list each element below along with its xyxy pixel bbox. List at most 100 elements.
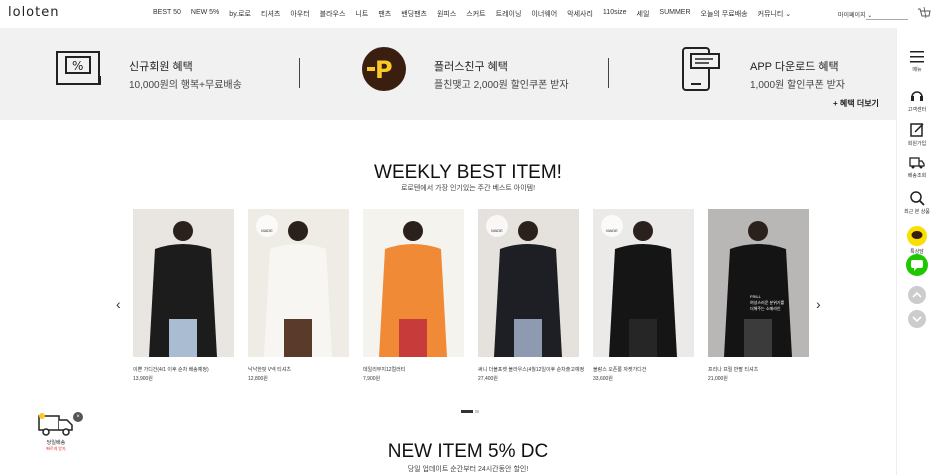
product-name[interactable]: 프리나 프릴 반팔 티셔츠: [708, 366, 814, 373]
product-name[interactable]: 블랑스 오픈롱 자켓가디건: [593, 366, 699, 373]
edit-icon: [910, 123, 924, 137]
product-price: 7,900원: [363, 376, 381, 382]
quick-cs-button[interactable]: 고객센터: [897, 88, 936, 113]
made-badge: MADE: [256, 215, 278, 237]
nav-item[interactable]: 커뮤니티 ⌄: [758, 9, 792, 19]
product-price: 27,400원: [478, 376, 498, 382]
product-card[interactable]: MADE 블랑스 오픈롱 자켓가디건 33,600원: [593, 209, 694, 382]
quick-label: 메뉴: [912, 67, 922, 73]
product-name[interactable]: 데일리무지12컬러티: [363, 366, 469, 373]
new-item-subtitle: 당일 업데이트 순간부터 24시간동안 할인!: [407, 466, 529, 473]
nav-item[interactable]: 팬츠: [378, 9, 391, 19]
same-day-delivery-badge[interactable]: 당일배송 빠르게 받자: [36, 412, 76, 456]
badge-sublabel: 빠르게 받자: [46, 446, 66, 451]
nav-item[interactable]: BEST 50: [153, 9, 181, 19]
divider: [608, 58, 609, 88]
cart-icon[interactable]: [917, 6, 931, 20]
weekly-best-subtitle: 로로텐에서 가장 인기있는 주간 베스트 아이템!: [400, 185, 536, 192]
new-item-title: NEW ITEM 5% DC: [387, 441, 549, 462]
nav-item[interactable]: 이너웨어: [531, 9, 557, 19]
nav-item[interactable]: by.로로: [229, 9, 251, 19]
nav-item[interactable]: SUMMER: [659, 9, 690, 19]
product-image[interactable]: [363, 209, 464, 357]
benefit-desc: 플친맺고 2,000원 할인쿠폰 받자: [434, 80, 569, 91]
product-name[interactable]: 써니 더블포켓 블라우스(4월12일이후 순차출고예정): [478, 366, 584, 373]
nav-item[interactable]: 세일: [637, 9, 650, 19]
delivery-truck-icon: [38, 413, 73, 436]
product-price: 13,900원: [133, 376, 153, 382]
quick-menu-button[interactable]: 메뉴: [897, 50, 936, 73]
benefit-title: 신규회원 혜택: [129, 61, 193, 73]
made-badge: MADE: [486, 215, 508, 237]
benefit-more-link[interactable]: + 혜택 더보기: [833, 98, 879, 109]
product-image[interactable]: MADE: [478, 209, 579, 357]
nav-item[interactable]: 니트: [355, 9, 368, 19]
kakao-talk-icon: [907, 226, 927, 246]
nav-item[interactable]: 스커트: [466, 9, 485, 19]
product-card[interactable]: FRILL 여성스러운 분위기를 더해주는 소매라인 프리나 프릴 반팔 티셔츠 2…: [708, 209, 809, 382]
nav-item[interactable]: 110size: [603, 9, 627, 19]
carousel-dot[interactable]: [475, 410, 479, 413]
benefit-title: APP 다운로드 혜택: [750, 61, 839, 73]
nav-item[interactable]: 악세사리: [567, 9, 593, 19]
svg-text:%: %: [72, 59, 83, 73]
nav-item[interactable]: 원피스: [437, 9, 456, 19]
hamburger-icon: [910, 51, 924, 63]
top-header: loloten BEST 50 NEW 5% by.로로 티셔츠 아우터 블라우스 니트 팬츠…: [0, 0, 936, 28]
product-image[interactable]: [133, 209, 234, 357]
nav-item[interactable]: NEW 5%: [191, 9, 219, 19]
badge-close-button[interactable]: ×: [73, 412, 83, 422]
benefit-desc: 10,000원의 행복+무료배송: [129, 80, 242, 91]
carousel-dot-active[interactable]: [461, 410, 473, 413]
site-logo[interactable]: loloten: [8, 5, 59, 20]
product-card[interactable]: 이쁜 가디건(4/1 이후 순차 배송예정) 13,900원: [133, 209, 234, 382]
weekly-best-title: WEEKLY BEST ITEM!: [374, 162, 562, 183]
nav-item[interactable]: 블라우스: [320, 9, 346, 19]
quick-kakao-button[interactable]: 톡상담: [897, 226, 936, 255]
quick-label: 고객센터: [907, 107, 927, 113]
nav-item[interactable]: 오늘의 무료배송: [701, 9, 748, 19]
quick-label: 최근 본 상품: [904, 209, 930, 215]
quick-join-button[interactable]: 회원가입: [897, 122, 936, 147]
product-overlay-text: FRILL 여성스러운 분위기를 더해주는 소매라인: [750, 294, 785, 311]
product-price: 12,800원: [248, 376, 268, 382]
quick-recent-button[interactable]: 최근 본 상품: [897, 190, 936, 215]
product-image[interactable]: MADE: [593, 209, 694, 357]
chevron-down-icon: [908, 310, 926, 328]
scroll-bottom-button[interactable]: [897, 310, 936, 330]
product-name[interactable]: 낙낙한핏 V넥 티셔츠: [248, 366, 354, 373]
nav-item[interactable]: 티셔츠: [261, 9, 280, 19]
coupon-icon: %: [56, 51, 101, 85]
product-image[interactable]: FRILL 여성스러운 분위기를 더해주는 소매라인: [708, 209, 809, 357]
headset-icon: [911, 91, 923, 101]
benefit-banner: % 신규회원 혜택 10,000원의 행복+무료배송 P 플러스친구 혜택 플친…: [0, 28, 896, 120]
carousel-next-button[interactable]: ›: [816, 296, 821, 312]
quick-sidebar: 메뉴 고객센터 회원가입 배송조회 최근 본 상품 톡상담: [896, 28, 936, 475]
product-card[interactable]: MADE 낙낙한핏 V넥 티셔츠 12,800원: [248, 209, 349, 382]
header-search-input[interactable]: [866, 19, 908, 20]
nav-item[interactable]: 트레이닝: [496, 9, 522, 19]
quick-chat-button[interactable]: [897, 254, 936, 278]
app-phone-icon: [682, 47, 720, 91]
nav-item[interactable]: 아우터: [290, 9, 309, 19]
benefit-desc: 1,000원 할인쿠폰 받자: [750, 80, 845, 91]
product-name[interactable]: 이쁜 가디건(4/1 이후 순차 배송예정): [133, 366, 239, 373]
carousel-prev-button[interactable]: ‹: [116, 296, 121, 312]
nav-item[interactable]: 밴딩팬츠: [401, 9, 427, 19]
chat-icon: [906, 254, 928, 276]
product-card[interactable]: 데일리무지12컬러티 7,900원: [363, 209, 464, 382]
svg-text:P: P: [375, 56, 393, 84]
chevron-up-icon: [908, 286, 926, 304]
made-badge: MADE: [601, 215, 623, 237]
badge-label: 당일배송: [46, 440, 66, 446]
divider: [299, 58, 300, 88]
product-image[interactable]: MADE: [248, 209, 349, 357]
plusfriend-icon: P: [362, 47, 406, 91]
scroll-top-button[interactable]: [897, 286, 936, 306]
product-price: 33,600원: [593, 376, 613, 382]
benefit-title: 플러스친구 혜택: [434, 61, 508, 73]
quick-label: 회원가입: [907, 141, 927, 147]
product-price: 21,000원: [708, 376, 728, 382]
mypage-link[interactable]: 마이페이지 ⌄: [838, 10, 872, 19]
product-card[interactable]: MADE 써니 더블포켓 블라우스(4월12일이후 순차출고예정) 27,400원: [478, 209, 584, 382]
